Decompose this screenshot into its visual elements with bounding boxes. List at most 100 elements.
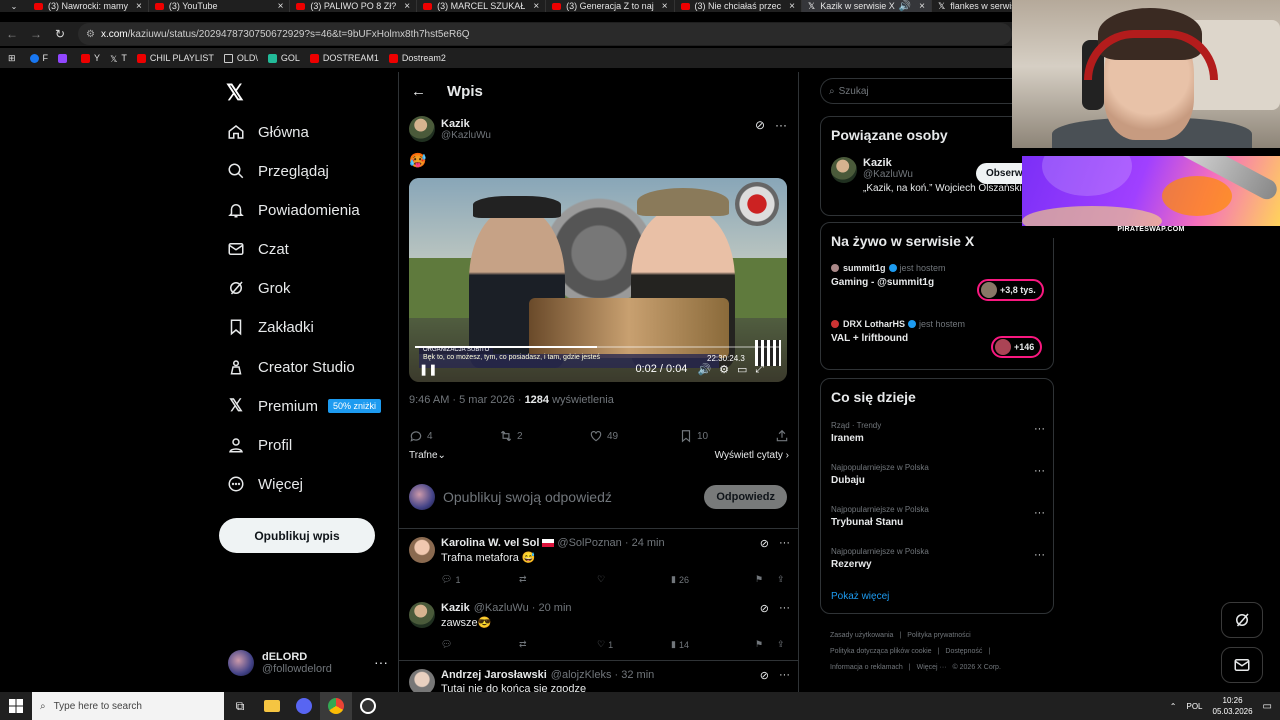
sidebar-item-notifications[interactable]: Powiadomienia xyxy=(226,196,360,224)
account-switcher[interactable]: dELORD @followdelord ··· xyxy=(228,646,388,680)
footer-link[interactable]: Informacja o reklamach xyxy=(830,664,903,671)
author-name[interactable]: Kazik xyxy=(441,118,491,130)
forward-arrow-icon[interactable]: → xyxy=(24,27,48,41)
reply-item[interactable]: Karolina W. vel Sol @SolPoznan · 24 min T… xyxy=(399,528,798,592)
footer-link[interactable]: Zasady użytkowania xyxy=(830,632,893,639)
tab-close-icon[interactable]: × xyxy=(404,1,410,12)
volume-icon[interactable]: 🔊 xyxy=(697,363,711,376)
apps-grid-icon[interactable]: ⊞ xyxy=(8,53,16,64)
sidebar-item-explore[interactable]: Przeglądaj xyxy=(226,157,329,185)
footer-link[interactable]: Polityka dotycząca plików cookie xyxy=(830,648,932,655)
bookmark-button[interactable]: ⚑ xyxy=(755,639,777,650)
bookmark-item[interactable] xyxy=(58,53,71,63)
notifications-icon[interactable]: ▭ xyxy=(1263,701,1272,712)
more-dots-icon[interactable]: ··· xyxy=(779,602,790,615)
footer-link[interactable]: Polityka prywatności xyxy=(907,632,970,639)
share-button[interactable] xyxy=(775,429,789,443)
bookmark-button[interactable]: ⚑ xyxy=(755,574,777,585)
reply-input[interactable]: Opublikuj swoją odpowiedź xyxy=(443,489,612,505)
keyboard-language[interactable]: POL xyxy=(1186,702,1202,711)
reply-button[interactable]: 💬︎ 1 xyxy=(441,574,519,585)
reply-button[interactable]: 4 xyxy=(409,429,499,443)
back-arrow-icon[interactable]: ← xyxy=(411,83,426,100)
live-space-item[interactable]: DRX LotharHS jest hostem VAL + lriftbound xyxy=(831,319,965,344)
start-button[interactable] xyxy=(0,692,32,720)
trend-item[interactable]: Najpopularniejsze w Polska Dubaju ··· xyxy=(831,463,1045,486)
grok-icon[interactable]: ⊘ xyxy=(755,118,765,132)
x-logo-icon[interactable]: 𝕏 xyxy=(226,80,244,106)
view-quotes-link[interactable]: Wyświetl cytaty › xyxy=(715,450,789,461)
browser-tab-active[interactable]: 𝕏 Kazik w serwisie X 🔊 × xyxy=(801,0,933,12)
share-button[interactable]: ⇪ xyxy=(777,639,785,650)
site-info-icon[interactable]: ⚙ xyxy=(86,29,95,40)
back-arrow-icon[interactable]: ← xyxy=(0,27,24,41)
reply-button[interactable]: 💬︎ xyxy=(441,639,519,650)
bookmark-button[interactable]: 10 xyxy=(679,429,769,443)
task-view-icon[interactable]: ⧉ xyxy=(224,692,256,720)
tab-close-icon[interactable]: × xyxy=(278,1,284,12)
video-player[interactable]: ORGANIZACJA SUBITO Bęk to, co możesz, ty… xyxy=(409,178,787,382)
tab-audio-icon[interactable]: 🔊 xyxy=(899,1,911,12)
repost-button[interactable]: ⇄ xyxy=(519,639,597,650)
reply-item[interactable]: Andrzej Jarosławski @alojzKleks · 32 min … xyxy=(399,660,798,692)
post-button[interactable]: Opublikuj wpis xyxy=(219,518,375,553)
author-handle[interactable]: @KazluWu xyxy=(441,130,491,141)
more-dots-icon[interactable]: ··· xyxy=(1034,465,1045,477)
sidebar-item-chat[interactable]: Czat xyxy=(226,235,289,263)
avatar[interactable] xyxy=(409,537,435,563)
discord-icon[interactable] xyxy=(288,692,320,720)
bookmark-folder[interactable]: OLD\ xyxy=(223,53,258,63)
reply-author[interactable]: Andrzej Jarosławski xyxy=(441,669,547,681)
sidebar-item-home[interactable]: Główna xyxy=(226,118,309,146)
reply-author[interactable]: Kazik xyxy=(441,602,470,614)
live-space-item[interactable]: summit1g jest hostem Gaming - @summit1g xyxy=(831,263,946,288)
browser-tab[interactable]: (3) Generacja Z to naj × xyxy=(546,0,675,12)
obs-icon[interactable] xyxy=(352,692,384,720)
views-button[interactable]: ▮ 14 xyxy=(671,639,755,650)
url-input[interactable]: ⚙ x.com/kaziuwu/status/20294787307506729… xyxy=(78,23,1012,45)
more-dots-icon[interactable]: ··· xyxy=(1034,549,1045,561)
reply-item[interactable]: Kazik @KazluWu · 20 min zawsze😎 💬︎ ⇄ ♡ 1 ▮… xyxy=(399,594,798,658)
tab-close-icon[interactable]: × xyxy=(789,1,795,12)
bookmark-item[interactable]: Dostream2 xyxy=(388,53,446,63)
sidebar-item-premium[interactable]: 𝕏 Premium 50% zniżki xyxy=(226,392,382,420)
sidebar-item-bookmarks[interactable]: Zakładki xyxy=(226,313,314,341)
like-button[interactable]: ♡ xyxy=(597,574,671,585)
browser-tab[interactable]: (3) YouTube × xyxy=(149,0,291,12)
messages-fab-button[interactable] xyxy=(1221,647,1263,683)
like-button[interactable]: ♡ 1 xyxy=(597,639,671,650)
reload-icon[interactable]: ↻ xyxy=(48,27,72,41)
footer-link[interactable]: Więcej ··· xyxy=(917,664,947,671)
bookmark-item[interactable]: F xyxy=(29,53,48,63)
reply-author[interactable]: Karolina W. vel Sol xyxy=(441,537,539,549)
more-dots-icon[interactable]: ··· xyxy=(775,118,787,132)
sidebar-item-profile[interactable]: Profil xyxy=(226,431,292,459)
avatar[interactable] xyxy=(831,157,857,183)
grok-icon[interactable]: ⊘ xyxy=(760,537,769,550)
tab-close-icon[interactable]: × xyxy=(662,1,668,12)
trend-item[interactable]: Najpopularniejsze w Polska Rezerwy ··· xyxy=(831,547,1045,570)
taskbar-clock[interactable]: 10:26 05.03.2026 xyxy=(1213,695,1253,717)
bookmark-item[interactable]: 𝕏T xyxy=(110,53,127,64)
search-input[interactable]: ⌕ Szukaj xyxy=(820,78,1020,104)
show-more-link[interactable]: Pokaż więcej xyxy=(831,591,889,602)
more-dots-icon[interactable]: ··· xyxy=(374,654,388,670)
more-dots-icon[interactable]: ··· xyxy=(779,537,790,550)
grok-fab-button[interactable] xyxy=(1221,602,1263,638)
more-dots-icon[interactable]: ··· xyxy=(1034,507,1045,519)
more-dots-icon[interactable]: ··· xyxy=(779,669,790,682)
browser-tab[interactable]: (3) PALIWO PO 8 Zł? × xyxy=(290,0,418,12)
repost-button[interactable]: ⇄ xyxy=(519,574,597,585)
pip-icon[interactable]: ▭ xyxy=(737,363,747,376)
bookmark-item[interactable]: GOL xyxy=(267,53,300,63)
avatar[interactable] xyxy=(409,116,435,142)
tab-search-chevron-icon[interactable]: ⌄ xyxy=(0,0,28,12)
tab-close-icon[interactable]: × xyxy=(919,1,925,12)
tweet-author[interactable]: Kazik @KazluWu xyxy=(409,116,791,142)
video-progress-bar[interactable] xyxy=(415,346,779,348)
bookmark-item[interactable]: Y xyxy=(81,53,100,63)
views-button[interactable]: ▮ 26 xyxy=(671,574,755,585)
sort-dropdown[interactable]: Trafne⌄ xyxy=(409,450,446,461)
reply-submit-button[interactable]: Odpowiedz xyxy=(704,485,787,509)
avatar[interactable] xyxy=(409,602,435,628)
